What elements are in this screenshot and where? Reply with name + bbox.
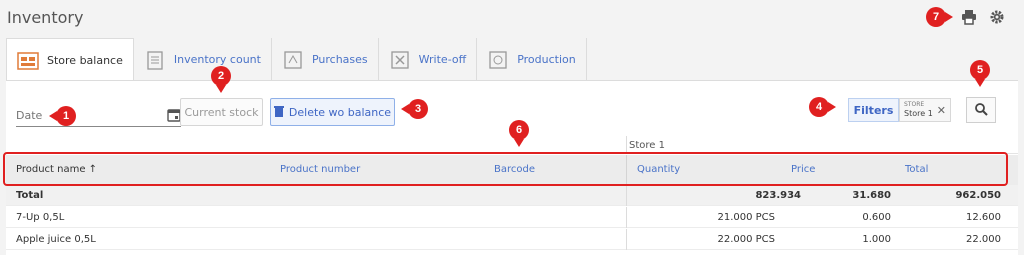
write-off-icon <box>389 49 411 71</box>
tab-label: Production <box>517 53 576 66</box>
page: Inventory Store balance Inventory count … <box>0 0 1024 255</box>
current-stock-button[interactable]: Current stock <box>180 98 263 126</box>
quantity: 21.000 PCS <box>717 212 775 223</box>
tab-label: Purchases <box>311 53 368 66</box>
header-highlight-box <box>3 152 1008 186</box>
search-icon <box>974 101 988 120</box>
total-quantity: 823.934 <box>755 190 801 201</box>
tab-write-off[interactable]: Write-off <box>379 38 478 81</box>
tab-production[interactable]: Production <box>477 38 587 81</box>
date-input[interactable] <box>16 103 156 125</box>
product-name: 7-Up 0,5L <box>16 212 65 223</box>
tab-label: Inventory count <box>173 53 261 66</box>
total-amount: 962.050 <box>955 190 1001 201</box>
annotation-marker-1: 1 <box>49 106 76 126</box>
tab-bar: Store balance Inventory count Purchases … <box>6 38 587 81</box>
tab-store-balance[interactable]: Store balance <box>6 38 134 81</box>
clipboard-icon <box>144 49 166 71</box>
tab-label: Store balance <box>47 53 123 67</box>
store-icon <box>17 49 39 71</box>
price: 0.600 <box>862 212 891 223</box>
tab-label: Write-off <box>418 53 467 66</box>
annotation-marker-3: 3 <box>401 99 428 119</box>
close-icon[interactable]: ✕ <box>937 104 946 117</box>
table-row[interactable]: 7-Up 0,5L 21.000 PCS 0.600 12.600 <box>6 207 1018 228</box>
chip-label: STORE <box>904 101 925 108</box>
total-label: Total <box>16 190 44 201</box>
trash-icon <box>273 105 284 120</box>
top-actions <box>960 8 1006 26</box>
total: 22.000 <box>966 234 1001 245</box>
table-row[interactable]: Apple juice 0,5L 22.000 PCS 1.000 22.000 <box>6 229 1018 250</box>
search-button[interactable] <box>966 97 996 123</box>
delete-wo-balance-button[interactable]: Delete wo balance <box>270 98 395 126</box>
annotation-marker-2: 2 <box>211 66 231 93</box>
chip-value: Store 1 <box>904 109 933 118</box>
production-icon <box>487 49 509 71</box>
divider <box>626 185 627 206</box>
delete-label: Delete wo balance <box>288 105 392 119</box>
filters-button[interactable]: Filters <box>848 98 899 122</box>
purchase-icon <box>282 49 304 71</box>
total: 12.600 <box>966 212 1001 223</box>
printer-icon[interactable] <box>960 8 978 26</box>
divider <box>626 229 627 250</box>
quantity: 22.000 PCS <box>717 234 775 245</box>
filter-chip-store[interactable]: STORE Store 1 ✕ <box>899 98 951 122</box>
annotation-marker-5: 5 <box>970 60 990 87</box>
divider <box>626 207 627 228</box>
calendar-icon[interactable] <box>167 107 181 122</box>
gear-icon[interactable] <box>988 8 1006 26</box>
date-field[interactable] <box>16 103 181 127</box>
store-group-label: Store 1 <box>629 140 665 151</box>
page-title: Inventory <box>7 8 84 27</box>
product-name: Apple juice 0,5L <box>16 234 96 245</box>
price: 1.000 <box>862 234 891 245</box>
annotation-marker-6: 6 <box>509 120 529 147</box>
tab-purchases[interactable]: Purchases <box>272 38 379 81</box>
total-price: 31.680 <box>852 190 891 201</box>
annotation-marker-7: 7 <box>926 7 953 27</box>
tab-inventory-count[interactable]: Inventory count <box>134 38 272 81</box>
table-row-total: Total 823.934 31.680 962.050 <box>6 185 1018 206</box>
annotation-marker-4: 4 <box>809 97 836 117</box>
